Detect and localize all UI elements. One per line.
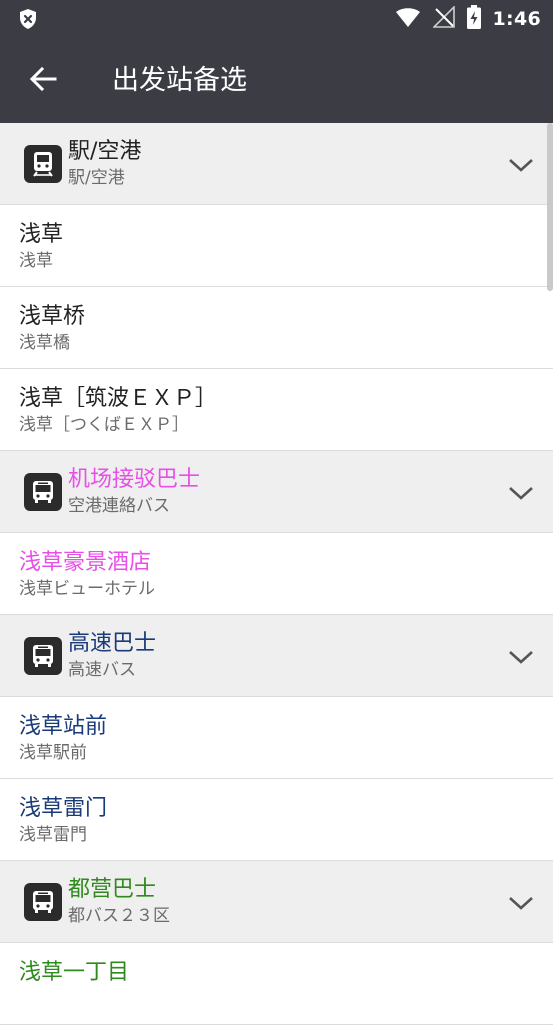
item-title: 浅草豪景酒店: [19, 550, 152, 575]
group-title: 高速巴士: [68, 631, 157, 656]
list-item[interactable]: 浅草［筑波ＥＸＰ］ 浅草［つくばＥＸＰ］: [0, 369, 553, 451]
group-title: 机场接驳巴士: [68, 467, 201, 492]
list-item[interactable]: 浅草雷门 浅草雷門: [0, 779, 553, 861]
item-subtitle: 浅草ビューホテル: [19, 579, 155, 599]
item-title: 浅草桥: [19, 304, 86, 329]
signal-off-icon: [431, 5, 455, 32]
page-title: 出发站备选: [112, 65, 247, 96]
item-subtitle: 浅草橋: [19, 333, 70, 353]
chevron-down-icon[interactable]: [507, 889, 535, 917]
chevron-down-icon[interactable]: [507, 479, 535, 507]
item-subtitle: 浅草駅前: [19, 743, 87, 763]
group-header-highway-bus[interactable]: 高速巴士 高速バス: [0, 615, 553, 697]
chevron-down-icon[interactable]: [507, 151, 535, 179]
group-title: 駅/空港: [68, 139, 142, 164]
item-subtitle: 浅草: [19, 251, 53, 271]
bus-icon: [24, 637, 62, 675]
status-bar: 1:46: [0, 0, 553, 38]
list-item[interactable]: 浅草豪景酒店 浅草ビューホテル: [0, 533, 553, 615]
group-title: 都营巴士: [68, 877, 157, 902]
app-bar: 出发站备选: [0, 38, 553, 123]
bus-icon: [24, 473, 62, 511]
item-subtitle: 浅草［つくばＥＸＰ］: [19, 415, 189, 435]
group-header-metro-bus[interactable]: 都营巴士 都バス２３区: [0, 861, 553, 943]
group-subtitle: 駅/空港: [68, 168, 125, 188]
item-subtitle: 浅草雷門: [19, 825, 87, 845]
battery-charging-icon: [466, 5, 481, 33]
item-title: 浅草雷门: [19, 796, 108, 821]
wifi-icon: [395, 6, 421, 32]
list-item[interactable]: 浅草一丁目: [0, 943, 553, 1025]
group-header-train[interactable]: 駅/空港 駅/空港: [0, 123, 553, 205]
item-title: 浅草: [19, 222, 64, 247]
group-header-airport-bus[interactable]: 机场接驳巴士 空港連絡バス: [0, 451, 553, 533]
scrollbar[interactable]: [547, 123, 553, 291]
item-title: 浅草［筑波ＥＸＰ］: [19, 386, 218, 411]
bus-icon: [24, 883, 62, 921]
item-title: 浅草站前: [19, 714, 108, 739]
back-button[interactable]: [22, 60, 64, 102]
list-item[interactable]: 浅草站前 浅草駅前: [0, 697, 553, 779]
shield-x-icon: [18, 8, 38, 30]
arrow-left-icon: [29, 65, 57, 97]
status-time: 1:46: [492, 8, 541, 30]
item-title: 浅草一丁目: [19, 960, 130, 985]
train-icon: [24, 145, 62, 183]
group-subtitle: 高速バス: [68, 660, 136, 680]
chevron-down-icon[interactable]: [507, 643, 535, 671]
group-subtitle: 空港連絡バス: [68, 496, 170, 516]
station-list: 駅/空港 駅/空港 浅草 浅草 浅草桥 浅草橋 浅草［筑波ＥＸＰ］ 浅草［つくば…: [0, 123, 553, 1025]
group-subtitle: 都バス２３区: [68, 906, 170, 926]
list-item[interactable]: 浅草 浅草: [0, 205, 553, 287]
list-item[interactable]: 浅草桥 浅草橋: [0, 287, 553, 369]
